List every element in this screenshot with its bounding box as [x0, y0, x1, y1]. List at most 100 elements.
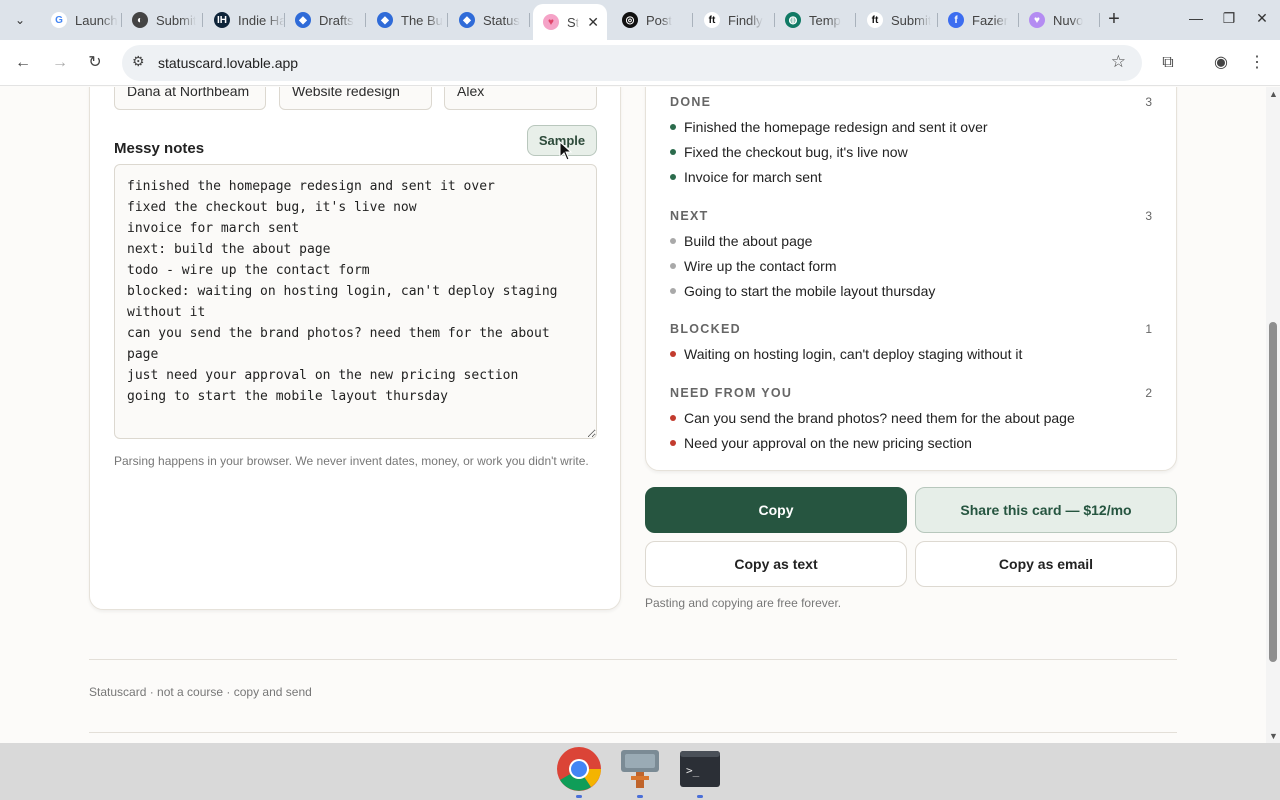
status-item: Waiting on hosting login, can't deploy s…	[670, 346, 1022, 362]
terminal-icon[interactable]: >_	[677, 746, 723, 792]
extensions-icon[interactable]: ⧉	[1157, 52, 1179, 74]
status-item-text: Wire up the contact form	[684, 258, 837, 274]
browser-tab[interactable]: G Launch	[41, 6, 122, 34]
site-info-icon[interactable]: ⚙	[132, 53, 145, 70]
address-bar[interactable]: ⚙ statuscard.lovable.app ☆	[122, 45, 1142, 81]
tab-title: Findly	[728, 12, 763, 28]
copy-as-text-button[interactable]: Copy as text	[645, 541, 907, 587]
tab-favicon-icon: ◆	[377, 12, 393, 28]
reload-icon[interactable]: ↻	[84, 52, 106, 74]
browser-tab[interactable]: ft Findly	[694, 6, 775, 34]
bookmark-star-icon[interactable]: ☆	[1111, 52, 1126, 72]
status-card-preview: DONE 3 Finished the homepage redesign and …	[645, 87, 1177, 471]
status-item-text: Finished the homepage redesign and sent …	[684, 119, 988, 135]
scroll-down-icon[interactable]: ▼	[1269, 731, 1278, 741]
bullet-dot-icon	[670, 288, 676, 294]
status-item: Finished the homepage redesign and sent …	[670, 119, 988, 135]
tab-favicon-icon: ft	[867, 12, 883, 28]
chrome-running-indicator	[576, 795, 582, 798]
project-field[interactable]: Website redesign	[279, 87, 432, 110]
tab-title: Submit	[891, 12, 932, 28]
tab-favicon-icon: ♥	[543, 14, 559, 30]
section-count: 3	[1145, 95, 1152, 109]
file-manager-running-indicator	[637, 795, 643, 798]
browser-tab[interactable]: IH Indie Hackers	[204, 6, 285, 34]
section-count: 1	[1145, 322, 1152, 336]
bullet-dot-icon	[670, 415, 676, 421]
status-item-text: Build the about page	[684, 233, 813, 249]
browser-tab[interactable]: f Fazier	[938, 6, 1019, 34]
file-manager-icon[interactable]	[617, 746, 663, 792]
status-item: Fixed the checkout bug, it's live now	[670, 144, 908, 160]
tab-search-icon[interactable]: ⌄	[8, 8, 32, 32]
browser-tab[interactable]: ◆ Status	[449, 6, 530, 34]
tab-favicon-icon: IH	[214, 12, 230, 28]
section-heading: DONE	[670, 95, 712, 109]
tab-title: Fazier	[972, 12, 1009, 28]
tab-title: Submit	[156, 12, 197, 28]
url-text: statuscard.lovable.app	[158, 55, 299, 71]
maximize-icon[interactable]: ❐	[1219, 10, 1239, 27]
browser-tab[interactable]: ft Submit	[857, 6, 938, 34]
browser-tab[interactable]: ◎ Post	[612, 6, 693, 34]
status-item: Can you send the brand photos? need them…	[670, 410, 1075, 426]
name-field[interactable]: Alex	[444, 87, 597, 110]
copy-button[interactable]: Copy	[645, 487, 907, 533]
tab-title: Temp	[809, 12, 841, 28]
browser-tab[interactable]: ◍ Temp	[775, 6, 856, 34]
browser-tab[interactable]: ♥ Nuvo	[1019, 6, 1100, 34]
bullet-dot-icon	[670, 351, 676, 357]
tab-favicon-icon: ◆	[459, 12, 475, 28]
browser-tab[interactable]: ◐ Submit	[122, 6, 203, 34]
status-item-text: Need your approval on the new pricing se…	[684, 435, 972, 451]
tab-title: Post	[646, 12, 673, 28]
back-icon[interactable]: ←	[12, 52, 34, 74]
browser-tab[interactable]: ◆ The Bu	[367, 6, 448, 34]
tab-title: Nuvo	[1053, 12, 1084, 28]
browser-toolbar: ← → ↻ ⚙ statuscard.lovable.app ☆ ⧉ ◉ ⋮	[0, 40, 1280, 86]
tab-title: Indie Hackers	[238, 12, 285, 28]
copy-as-email-button[interactable]: Copy as email	[915, 541, 1177, 587]
tab-favicon-icon: ◍	[785, 12, 801, 28]
bullet-dot-icon	[670, 263, 676, 269]
browser-tab[interactable]: ♥ St ✕	[533, 4, 607, 40]
tab-favicon-icon: ♥	[1029, 12, 1045, 28]
bullet-dot-icon	[670, 124, 676, 130]
tab-title: Status	[483, 12, 520, 28]
scroll-thumb[interactable]	[1269, 322, 1277, 662]
section-heading: NEXT	[670, 209, 709, 223]
status-item-text: Can you send the brand photos? need them…	[684, 410, 1075, 426]
status-item-text: Fixed the checkout bug, it's live now	[684, 144, 908, 160]
browser-menu-icon[interactable]: ⋮	[1246, 52, 1268, 74]
minimize-icon[interactable]: —	[1186, 10, 1206, 26]
tab-strip: ⌄ G Launch ◐ Submit IH Indie Hackers ◆ Drafts ◆ T…	[0, 0, 1280, 40]
close-window-icon[interactable]: ✕	[1252, 10, 1272, 27]
status-item-text: Going to start the mobile layout thursda…	[684, 283, 936, 299]
mouse-cursor-icon	[559, 141, 573, 161]
client-field[interactable]: Dana at Northbeam	[114, 87, 266, 110]
scroll-up-icon[interactable]: ▲	[1269, 89, 1278, 99]
profile-icon[interactable]: ◉	[1210, 52, 1232, 74]
privacy-hint: Parsing happens in your browser. We neve…	[114, 454, 589, 468]
tab-favicon-icon: f	[948, 12, 964, 28]
footer-text: Statuscard · not a course · copy and sen…	[89, 685, 312, 699]
forward-icon[interactable]: →	[49, 52, 71, 74]
section-heading: BLOCKED	[670, 322, 741, 336]
close-tab-icon[interactable]: ✕	[587, 14, 599, 31]
chrome-icon[interactable]	[556, 746, 602, 792]
share-card-button[interactable]: Share this card — $12/mo	[915, 487, 1177, 533]
messy-notes-textarea[interactable]: finished the homepage redesign and sent …	[114, 164, 597, 439]
page-scrollbar[interactable]: ▲ ▼	[1266, 87, 1280, 743]
status-item: Going to start the mobile layout thursda…	[670, 283, 935, 299]
tab-favicon-icon: ◎	[622, 12, 638, 28]
tab-title: Launch	[75, 12, 118, 28]
free-note: Pasting and copying are free forever.	[645, 596, 842, 610]
footer-divider	[89, 659, 1177, 660]
browser-tab[interactable]: ◆ Drafts	[285, 6, 366, 34]
status-item-text: Waiting on hosting login, can't deploy s…	[684, 346, 1023, 362]
tab-title: The Bu	[401, 12, 443, 28]
page-viewport: Dana at Northbeam Website redesign Alex …	[0, 87, 1266, 743]
status-item: Need your approval on the new pricing se…	[670, 435, 972, 451]
status-item: Invoice for march sent	[670, 169, 822, 185]
new-tab-icon[interactable]: +	[1103, 8, 1125, 30]
